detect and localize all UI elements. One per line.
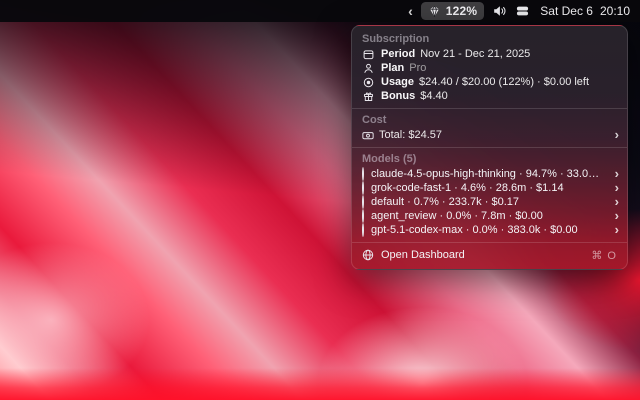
- subscription-header: Subscription: [352, 33, 627, 46]
- model-usage-pie-icon: [362, 210, 364, 222]
- model-usage-pie-icon: [362, 168, 364, 180]
- cost-section: Cost Total: $24.57 ›: [352, 111, 627, 145]
- model-row-text: agent_review · 0.0% · 7.8m · $0.00: [371, 210, 543, 222]
- period-row: Period Nov 21 - Dec 21, 2025: [352, 47, 627, 61]
- chevron-right-icon: ›: [615, 181, 619, 194]
- open-dashboard-shortcut: ⌘ O: [591, 249, 617, 262]
- globe-icon: [362, 249, 374, 261]
- open-dashboard-item[interactable]: Open Dashboard ⌘ O: [352, 245, 627, 265]
- bonus-label: Bonus: [381, 90, 415, 102]
- total-cost-row[interactable]: Total: $24.57 ›: [352, 128, 627, 142]
- chevron-right-icon: ›: [615, 223, 619, 236]
- menubar-overflow-chevron-icon[interactable]: ‹: [408, 4, 413, 18]
- gem-app-icon: [428, 5, 441, 18]
- usage-percent-label: 122%: [446, 4, 478, 18]
- open-dashboard-label: Open Dashboard: [381, 249, 465, 261]
- bonus-row: Bonus $4.40: [352, 89, 627, 103]
- menubar-date[interactable]: Sat Dec 6: [540, 4, 593, 18]
- cost-header: Cost: [352, 114, 627, 127]
- model-usage-pie-icon: [362, 224, 364, 236]
- total-cost-value: Total: $24.57: [379, 129, 442, 141]
- models-header: Models (5): [352, 153, 627, 166]
- models-section: Models (5) claude-4.5-opus-high-thinking…: [352, 150, 627, 240]
- chevron-right-icon: ›: [615, 128, 619, 141]
- desktop: ‹ 122% Sat Dec 6 20:10: [0, 0, 640, 400]
- chevron-right-icon: ›: [615, 209, 619, 222]
- model-usage-pie-icon: [362, 182, 364, 194]
- person-icon: [362, 63, 374, 74]
- model-row-text: gpt-5.1-codex-max · 0.0% · 383.0k · $0.0…: [371, 224, 578, 236]
- usage-label: Usage: [381, 76, 414, 88]
- menu-bar: ‹ 122% Sat Dec 6 20:10: [0, 0, 640, 22]
- model-row-default[interactable]: default · 0.7% · 233.7k · $0.17 ›: [352, 195, 627, 209]
- chevron-right-icon: ›: [615, 167, 619, 180]
- gift-icon: [362, 91, 374, 102]
- period-label: Period: [381, 48, 415, 60]
- menubar-clock[interactable]: 20:10: [600, 4, 630, 18]
- stacked-layers-icon[interactable]: [516, 5, 529, 17]
- volume-icon[interactable]: [493, 5, 507, 17]
- usage-row: Usage $24.40 / $20.00 (122%) · $0.00 lef…: [352, 75, 627, 89]
- bonus-value: $4.40: [420, 90, 448, 102]
- model-row-text: claude-4.5-opus-high-thinking · 94.7% · …: [371, 168, 601, 180]
- plan-label: Plan: [381, 62, 404, 74]
- section-divider: [352, 108, 627, 109]
- plan-row: Plan Pro: [352, 61, 627, 75]
- model-row-text: default · 0.7% · 233.7k · $0.17: [371, 196, 519, 208]
- model-row-gpt-5-1-codex-max[interactable]: gpt-5.1-codex-max · 0.0% · 383.0k · $0.0…: [352, 223, 627, 237]
- model-usage-pie-icon: [362, 196, 364, 208]
- calendar-icon: [362, 49, 374, 60]
- section-divider: [352, 242, 627, 243]
- plan-value: Pro: [409, 62, 426, 74]
- period-value: Nov 21 - Dec 21, 2025: [420, 48, 530, 60]
- chevron-right-icon: ›: [615, 195, 619, 208]
- model-row-agent-review[interactable]: agent_review · 0.0% · 7.8m · $0.00 ›: [352, 209, 627, 223]
- usage-dropdown-panel: Subscription Period Nov 21 - Dec 21, 202…: [351, 25, 628, 270]
- model-row-text: grok-code-fast-1 · 4.6% · 28.6m · $1.14: [371, 182, 564, 194]
- section-divider: [352, 147, 627, 148]
- model-row-grok-code-fast-1[interactable]: grok-code-fast-1 · 4.6% · 28.6m · $1.14 …: [352, 181, 627, 195]
- model-row-claude-4-5-opus-high-thinking[interactable]: claude-4.5-opus-high-thinking · 94.7% · …: [352, 167, 627, 181]
- usage-value: $24.40 / $20.00 (122%) · $0.00 left: [419, 76, 589, 88]
- subscription-section: Subscription Period Nov 21 - Dec 21, 202…: [352, 30, 627, 106]
- target-icon: [362, 77, 374, 88]
- usage-menubar-item[interactable]: 122%: [421, 2, 485, 20]
- banknote-icon: [362, 130, 374, 141]
